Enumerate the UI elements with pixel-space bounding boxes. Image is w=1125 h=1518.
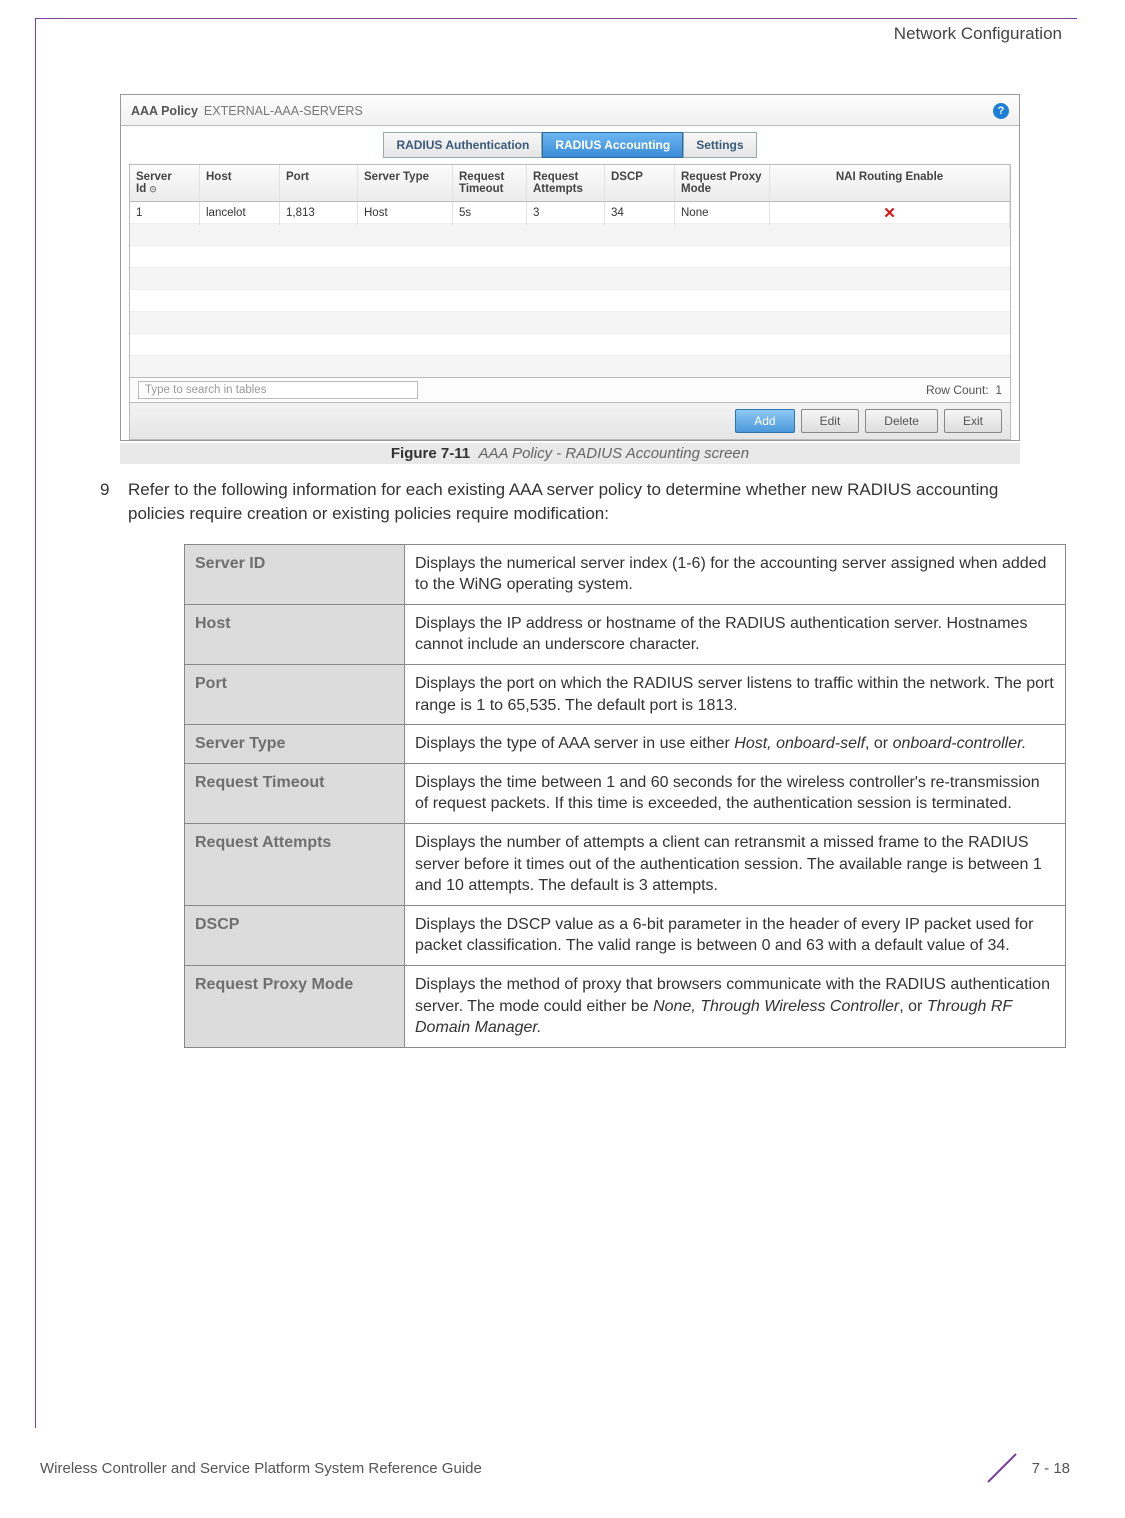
def-row: DSCPDisplays the DSCP value as a 6-bit p… — [185, 905, 1066, 965]
figure-text: AAA Policy - RADIUS Accounting screen — [478, 445, 749, 462]
def-key: Request Attempts — [185, 823, 405, 905]
page-number: 7 - 18 — [1032, 1460, 1070, 1477]
data-grid: Server Id⊙ Host Port Server Type Request… — [129, 164, 1011, 440]
policy-title-row: AAA Policy EXTERNAL-AAA-SERVERS ? — [121, 95, 1019, 126]
grid-header: Server Id⊙ Host Port Server Type Request… — [130, 165, 1010, 202]
def-key: Port — [185, 664, 405, 724]
def-row: Request AttemptsDisplays the number of a… — [185, 823, 1066, 905]
cell-server-id: 1 — [130, 202, 200, 225]
t: , or — [865, 735, 893, 752]
def-val: Displays the numerical server index (1-6… — [405, 544, 1066, 604]
figure-label: Figure 7-11 — [391, 445, 470, 462]
cell-port: 1,813 — [280, 202, 358, 225]
section-header: Network Configuration — [40, 20, 1070, 44]
def-val: Displays the port on which the RADIUS se… — [405, 664, 1066, 724]
def-val: Displays the DSCP value as a 6-bit param… — [405, 905, 1066, 965]
search-input[interactable]: Type to search in tables — [138, 381, 418, 399]
table-row — [130, 312, 1010, 334]
cell-host: lancelot — [200, 202, 280, 225]
def-row: Server IDDisplays the numerical server i… — [185, 544, 1066, 604]
def-key: Request Timeout — [185, 763, 405, 823]
def-key: Server ID — [185, 544, 405, 604]
slash-icon — [982, 1448, 1022, 1488]
col-port[interactable]: Port — [280, 165, 358, 201]
col-server-type[interactable]: Server Type — [358, 165, 453, 201]
figure-caption: Figure 7-11 AAA Policy - RADIUS Accounti… — [120, 443, 1020, 464]
table-row — [130, 356, 1010, 377]
tab-radius-accounting[interactable]: RADIUS Accounting — [542, 132, 683, 158]
step-text: Refer to the following information for e… — [128, 478, 1040, 526]
t: onboard-controller. — [893, 735, 1027, 752]
row-count-label: Row Count: — [926, 383, 989, 397]
def-val: Displays the method of proxy that browse… — [405, 965, 1066, 1047]
cell-attempts: 3 — [527, 202, 605, 225]
t: Displays the type of AAA server in use e… — [415, 735, 734, 752]
col-request-attempts[interactable]: Request Attempts — [527, 165, 605, 201]
t: None, Through Wireless Controller — [653, 998, 899, 1015]
doc-title: Wireless Controller and Service Platform… — [40, 1460, 482, 1477]
def-row: HostDisplays the IP address or hostname … — [185, 604, 1066, 664]
table-row — [130, 334, 1010, 356]
cell-server-type: Host — [358, 202, 453, 225]
cell-dscp: 34 — [605, 202, 675, 225]
definitions-table: Server IDDisplays the numerical server i… — [184, 544, 1066, 1048]
grid-body: 1 lancelot 1,813 Host 5s 3 34 None ✕ — [130, 202, 1010, 377]
t: Host, onboard-self — [734, 735, 865, 752]
col-nai[interactable]: NAI Routing Enable — [770, 165, 1010, 201]
tab-radius-auth[interactable]: RADIUS Authentication — [383, 132, 542, 158]
def-val: Displays the type of AAA server in use e… — [405, 725, 1066, 764]
screenshot-panel: AAA Policy EXTERNAL-AAA-SERVERS ? RADIUS… — [120, 94, 1020, 441]
row-count: Row Count: 1 — [926, 383, 1002, 397]
policy-label: AAA Policy — [131, 104, 198, 118]
col-server-id[interactable]: Server Id⊙ — [130, 165, 200, 201]
cell-proxy: None — [675, 202, 770, 225]
col-dscp[interactable]: DSCP — [605, 165, 675, 201]
def-key: Host — [185, 604, 405, 664]
cell-timeout: 5s — [453, 202, 527, 225]
step-9: 9 Refer to the following information for… — [100, 478, 1040, 526]
step-number: 9 — [100, 478, 114, 526]
edit-button[interactable]: Edit — [801, 409, 860, 433]
exit-button[interactable]: Exit — [944, 409, 1002, 433]
table-row — [130, 246, 1010, 268]
grid-footer: Type to search in tables Row Count: 1 — [130, 377, 1010, 402]
delete-button[interactable]: Delete — [865, 409, 938, 433]
page-footer: Wireless Controller and Service Platform… — [40, 1448, 1070, 1488]
def-key: Request Proxy Mode — [185, 965, 405, 1047]
policy-value: EXTERNAL-AAA-SERVERS — [204, 104, 363, 118]
x-icon: ✕ — [883, 205, 896, 222]
table-row — [130, 268, 1010, 290]
col-proxy-mode[interactable]: Request Proxy Mode — [675, 165, 770, 201]
def-row: Request TimeoutDisplays the time between… — [185, 763, 1066, 823]
col-host[interactable]: Host — [200, 165, 280, 201]
tabs: RADIUS Authentication RADIUS Accounting … — [121, 126, 1019, 158]
add-button[interactable]: Add — [735, 409, 794, 433]
def-key: DSCP — [185, 905, 405, 965]
def-row: Request Proxy ModeDisplays the method of… — [185, 965, 1066, 1047]
sort-icon: ⊙ — [149, 184, 157, 194]
col-request-timeout[interactable]: Request Timeout — [453, 165, 527, 201]
t: , or — [899, 998, 927, 1015]
cell-nai: ✕ — [770, 202, 1010, 228]
table-row — [130, 290, 1010, 312]
def-val: Displays the number of attempts a client… — [405, 823, 1066, 905]
row-count-value: 1 — [995, 383, 1002, 397]
def-val: Displays the IP address or hostname of t… — [405, 604, 1066, 664]
help-icon[interactable]: ? — [993, 103, 1009, 119]
table-row[interactable]: 1 lancelot 1,813 Host 5s 3 34 None ✕ — [130, 202, 1010, 224]
def-key: Server Type — [185, 725, 405, 764]
def-val: Displays the time between 1 and 60 secon… — [405, 763, 1066, 823]
def-row: Server Type Displays the type of AAA serv… — [185, 725, 1066, 764]
def-row: PortDisplays the port on which the RADIU… — [185, 664, 1066, 724]
button-row: Add Edit Delete Exit — [130, 402, 1010, 439]
tab-settings[interactable]: Settings — [683, 132, 756, 158]
